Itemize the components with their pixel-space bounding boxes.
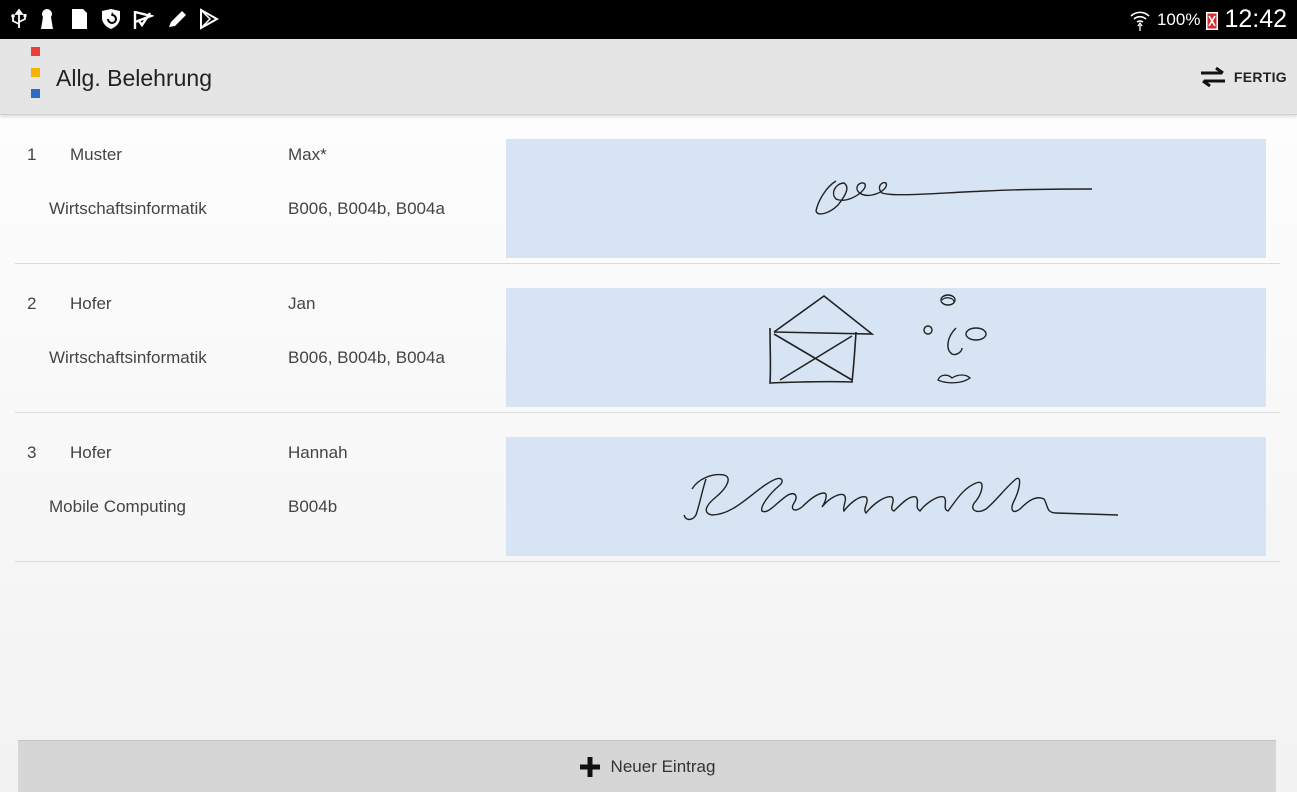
new-entry-button[interactable]: Neuer Eintrag	[18, 740, 1276, 792]
entry-last-name: Hofer	[70, 294, 112, 313]
battery-percentage: 100%	[1156, 9, 1201, 29]
usb-icon	[11, 8, 27, 28]
plus-icon	[579, 756, 600, 777]
signature-field[interactable]	[506, 437, 1266, 556]
entry-row[interactable]: 3 Hofer Hannah Mobile Computing B004b	[15, 413, 1280, 562]
entry-first-name: Hannah	[288, 443, 348, 462]
clock: 12:42	[1224, 5, 1287, 33]
entry-number: 2	[27, 294, 37, 313]
entry-first-name: Jan	[288, 294, 316, 313]
pencil-icon	[169, 11, 186, 27]
wifi-icon	[1130, 11, 1150, 31]
entry-rooms: B006, B004b, B004a	[288, 348, 445, 367]
shield-refresh-icon	[102, 9, 120, 29]
new-entry-label: Neuer Eintrag	[610, 756, 716, 776]
battery-icon	[1206, 11, 1219, 30]
logo-red-square	[31, 47, 40, 56]
logo-yellow-square	[31, 68, 40, 77]
signature-scribble	[815, 180, 1093, 215]
logo-blue-square	[31, 89, 40, 98]
signature-drawing	[769, 294, 987, 384]
entry-rooms: B004b	[288, 497, 338, 516]
play-store-icon	[200, 8, 219, 30]
page-title: Allg. Belehrung	[56, 65, 212, 91]
keyhole-icon	[41, 9, 53, 29]
entry-last-name: Hofer	[70, 443, 112, 462]
entry-number: 3	[27, 443, 37, 462]
signature-hannah	[683, 473, 1119, 521]
entry-row[interactable]: 1 Muster Max* Wirtschaftsinformatik B006…	[15, 115, 1280, 264]
action-bar: Allg. Belehrung FERTIG	[0, 39, 1297, 115]
done-label: FERTIG	[1233, 69, 1287, 85]
signature-field[interactable]	[506, 288, 1266, 407]
entry-course: Wirtschaftsinformatik	[49, 348, 207, 367]
entry-last-name: Muster	[70, 145, 122, 164]
app-logo	[31, 47, 40, 99]
entry-row[interactable]: 2 Hofer Jan Wirtschaftsinformatik B006, …	[15, 264, 1280, 413]
signature-field[interactable]	[506, 139, 1266, 258]
entry-number: 1	[27, 145, 37, 164]
status-bar: 100% 12:42	[0, 0, 1297, 39]
entry-course: Mobile Computing	[49, 497, 187, 516]
swap-arrows-icon	[1200, 67, 1225, 87]
entry-first-name: Max*	[288, 145, 327, 164]
entry-course: Wirtschaftsinformatik	[49, 199, 207, 218]
done-button[interactable]: FERTIG	[1200, 59, 1287, 95]
check-flag-icon	[133, 10, 154, 29]
entry-rooms: B006, B004b, B004a	[288, 199, 445, 218]
document-icon	[72, 9, 87, 29]
